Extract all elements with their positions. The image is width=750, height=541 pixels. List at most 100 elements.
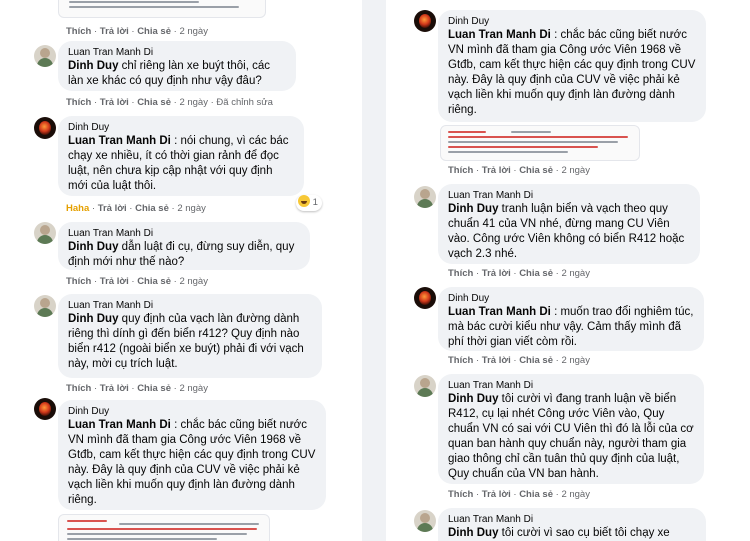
comment-author[interactable]: Dinh Duy bbox=[448, 16, 696, 28]
panel-divider bbox=[362, 0, 386, 541]
comment-author[interactable]: Dinh Duy bbox=[448, 293, 694, 305]
timestamp[interactable]: 2 ngày bbox=[561, 489, 590, 500]
comment-actions: Thích · Trả lời · Chia sẻ · 2 ngày bbox=[66, 383, 208, 394]
comment-text: Dinh Duy chỉ riêng làn xe buýt thôi, các… bbox=[68, 60, 270, 87]
avatar-luan-icon[interactable] bbox=[34, 222, 56, 244]
comment-author[interactable]: Luan Tran Manh Di bbox=[448, 514, 696, 526]
mention-link[interactable]: Dinh Duy bbox=[448, 203, 498, 215]
comment-bubble: Luan Tran Manh Di Dinh Duy tranh luận bi… bbox=[438, 184, 700, 264]
comment-text: Dinh Duy quy định của vạch làn đường dàn… bbox=[68, 313, 304, 370]
like-link[interactable]: Thích bbox=[66, 26, 91, 37]
timestamp[interactable]: 2 ngày bbox=[561, 165, 590, 176]
reaction-summary[interactable]: 1 bbox=[296, 195, 322, 211]
comment-actions: Thích · Trả lời · Chia sẻ · 2 ngày · Đã … bbox=[66, 97, 273, 108]
like-link[interactable]: Thích bbox=[448, 268, 473, 279]
mention-link[interactable]: Luan Tran Manh Di bbox=[68, 135, 171, 147]
comment-actions: Thích · Trả lời · Chia sẻ · 2 ngày bbox=[448, 268, 590, 279]
comment-bubble: Luan Tran Manh Di Dinh Duy tôi cười vì đ… bbox=[438, 374, 704, 484]
mention-link[interactable]: Luan Tran Manh Di bbox=[448, 306, 551, 318]
share-link[interactable]: Chia sẻ bbox=[137, 97, 171, 108]
comment-text: Dinh Duy dẫn luật đi cụ, đừng suy diễn, … bbox=[68, 241, 295, 268]
avatar-dinh-icon[interactable] bbox=[34, 117, 56, 139]
comment-text: Dinh Duy tôi cười vì sao cụ biết tôi chạ… bbox=[448, 527, 670, 539]
reply-link[interactable]: Trả lời bbox=[482, 268, 511, 279]
timestamp[interactable]: 2 ngày bbox=[561, 268, 590, 279]
like-link[interactable]: Thích bbox=[448, 165, 473, 176]
avatar-luan-icon[interactable] bbox=[414, 510, 436, 532]
timestamp[interactable]: 2 ngày bbox=[179, 383, 208, 394]
comment-author[interactable]: Luan Tran Manh Di bbox=[68, 228, 300, 240]
like-link[interactable]: Thích bbox=[448, 355, 473, 366]
mention-link[interactable]: Dinh Duy bbox=[68, 313, 118, 325]
comment-bubble: Dinh Duy Luan Tran Manh Di : chắc bác cũ… bbox=[438, 10, 706, 122]
avatar-luan-icon[interactable] bbox=[414, 375, 436, 397]
haha-emoji-icon bbox=[298, 195, 310, 207]
avatar-dinh-icon[interactable] bbox=[414, 10, 436, 32]
avatar-dinh-icon[interactable] bbox=[34, 398, 56, 420]
comment-text: Luan Tran Manh Di : nói chung, vì các bá… bbox=[68, 135, 289, 192]
comment-author[interactable]: Luan Tran Manh Di bbox=[68, 300, 312, 312]
haha-reaction-link[interactable]: Haha bbox=[66, 203, 89, 214]
comment-author[interactable]: Dinh Duy bbox=[68, 122, 294, 134]
reply-link[interactable]: Trả lời bbox=[100, 276, 129, 287]
mention-link[interactable]: Luan Tran Manh Di bbox=[68, 419, 171, 431]
comment-text: Dinh Duy tranh luận biển và vạch theo qu… bbox=[448, 203, 685, 260]
like-link[interactable]: Thích bbox=[66, 383, 91, 394]
share-link[interactable]: Chia sẻ bbox=[519, 489, 553, 500]
comment-text: Luan Tran Manh Di : chắc bác cũng biết n… bbox=[68, 419, 316, 506]
like-link[interactable]: Thích bbox=[66, 276, 91, 287]
mention-link[interactable]: Dinh Duy bbox=[68, 241, 118, 253]
mention-link[interactable]: Dinh Duy bbox=[68, 60, 118, 72]
comment-author[interactable]: Luan Tran Manh Di bbox=[448, 190, 690, 202]
reply-link[interactable]: Trả lời bbox=[98, 203, 127, 214]
comment-bubble: Luan Tran Manh Di Dinh Duy quy định của … bbox=[58, 294, 322, 378]
reply-link[interactable]: Trả lời bbox=[482, 355, 511, 366]
comment-bubble: Dinh Duy Luan Tran Manh Di : chắc bác cũ… bbox=[58, 400, 326, 510]
reply-link[interactable]: Trả lời bbox=[100, 26, 129, 37]
mention-link[interactable]: Dinh Duy bbox=[448, 527, 498, 539]
comment-text: Dinh Duy tôi cười vì đang tranh luận về … bbox=[448, 393, 694, 480]
reply-link[interactable]: Trả lời bbox=[482, 489, 511, 500]
comment-bubble: Dinh Duy Luan Tran Manh Di : nói chung, … bbox=[58, 116, 304, 196]
timestamp[interactable]: 2 ngày bbox=[561, 355, 590, 366]
attachment-image-top[interactable] bbox=[58, 0, 266, 18]
reply-link[interactable]: Trả lời bbox=[100, 97, 129, 108]
comment-author[interactable]: Luan Tran Manh Di bbox=[68, 47, 286, 59]
comment-bubble: Luan Tran Manh Di Dinh Duy tôi cười vì s… bbox=[438, 508, 706, 541]
avatar-luan-icon[interactable] bbox=[34, 295, 56, 317]
timestamp[interactable]: 2 ngày bbox=[179, 26, 208, 37]
share-link[interactable]: Chia sẻ bbox=[519, 165, 553, 176]
reaction-count: 1 bbox=[312, 197, 318, 208]
share-link[interactable]: Chia sẻ bbox=[519, 268, 553, 279]
reply-link[interactable]: Trả lời bbox=[482, 165, 511, 176]
reply-link[interactable]: Trả lời bbox=[100, 383, 129, 394]
timestamp[interactable]: 2 ngày bbox=[179, 97, 208, 108]
edited-label: Đã chỉnh sửa bbox=[216, 97, 273, 108]
avatar-luan-icon[interactable] bbox=[34, 45, 56, 67]
mention-link[interactable]: Dinh Duy bbox=[448, 393, 498, 405]
comment-text: Luan Tran Manh Di : chắc bác cũng biết n… bbox=[448, 29, 696, 116]
mention-link[interactable]: Luan Tran Manh Di bbox=[448, 29, 551, 41]
share-link[interactable]: Chia sẻ bbox=[137, 26, 171, 37]
like-link[interactable]: Thích bbox=[66, 97, 91, 108]
attachment-image[interactable] bbox=[58, 514, 270, 541]
comment-text: Luan Tran Manh Di : muốn trao đổi nghiêm… bbox=[448, 306, 694, 348]
timestamp[interactable]: 2 ngày bbox=[177, 203, 206, 214]
share-link[interactable]: Chia sẻ bbox=[137, 383, 171, 394]
timestamp[interactable]: 2 ngày bbox=[179, 276, 208, 287]
like-link[interactable]: Thích bbox=[448, 489, 473, 500]
attachment-image[interactable] bbox=[440, 125, 640, 161]
comment-bubble: Dinh Duy Luan Tran Manh Di : muốn trao đ… bbox=[438, 287, 704, 351]
right-comment-panel: Dinh Duy Luan Tran Manh Di : chắc bác cũ… bbox=[386, 0, 750, 541]
comment-author[interactable]: Dinh Duy bbox=[68, 406, 316, 418]
comment-author[interactable]: Luan Tran Manh Di bbox=[448, 380, 694, 392]
left-comment-panel: Thích · Trả lời · Chia sẻ · 2 ngày Luan … bbox=[0, 0, 362, 541]
share-link[interactable]: Chia sẻ bbox=[137, 276, 171, 287]
comment-actions: Thích · Trả lời · Chia sẻ · 2 ngày bbox=[66, 276, 208, 287]
avatar-dinh-icon[interactable] bbox=[414, 287, 436, 309]
share-link[interactable]: Chia sẻ bbox=[135, 203, 169, 214]
comment-actions: Thích · Trả lời · Chia sẻ · 2 ngày bbox=[448, 489, 590, 500]
avatar-luan-icon[interactable] bbox=[414, 186, 436, 208]
share-link[interactable]: Chia sẻ bbox=[519, 355, 553, 366]
top-actions: Thích · Trả lời · Chia sẻ · 2 ngày bbox=[66, 26, 208, 37]
